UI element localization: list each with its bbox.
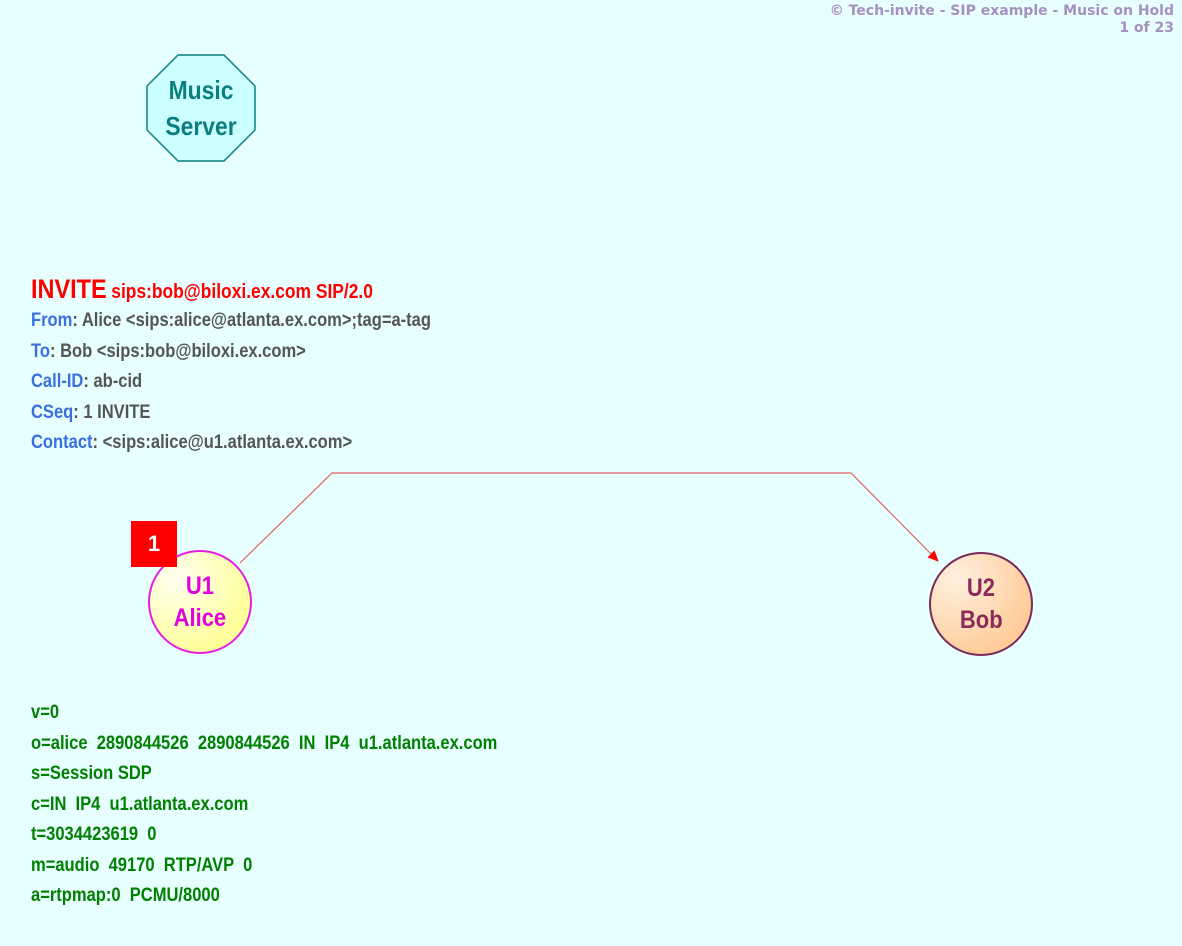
sdp-line: c=IN IP4 u1.atlanta.ex.com	[31, 793, 249, 815]
sdp-line: s=Session SDP	[31, 763, 152, 784]
alice-name: Alice	[173, 604, 227, 632]
sdp-line: a=rtpmap:0 PCMU/8000	[31, 885, 220, 906]
bob-id: U2	[966, 574, 996, 602]
sdp-line: m=audio 49170 RTP/AVP 0	[31, 854, 253, 876]
node-bob: U2 Bob	[929, 552, 1033, 656]
alice-id: U1	[185, 572, 215, 600]
sdp-line: t=3034423619 0	[31, 824, 157, 845]
sdp-line: o=alice 2890844526 2890844526 IN IP4 u1.…	[31, 732, 498, 754]
sdp-body: v=0 o=alice 2890844526 2890844526 IN IP4…	[31, 698, 567, 912]
sdp-line: v=0	[31, 702, 60, 723]
bob-name: Bob	[959, 606, 1003, 634]
step-badge: 1	[131, 521, 177, 567]
invite-arrow-line	[239, 472, 939, 564]
